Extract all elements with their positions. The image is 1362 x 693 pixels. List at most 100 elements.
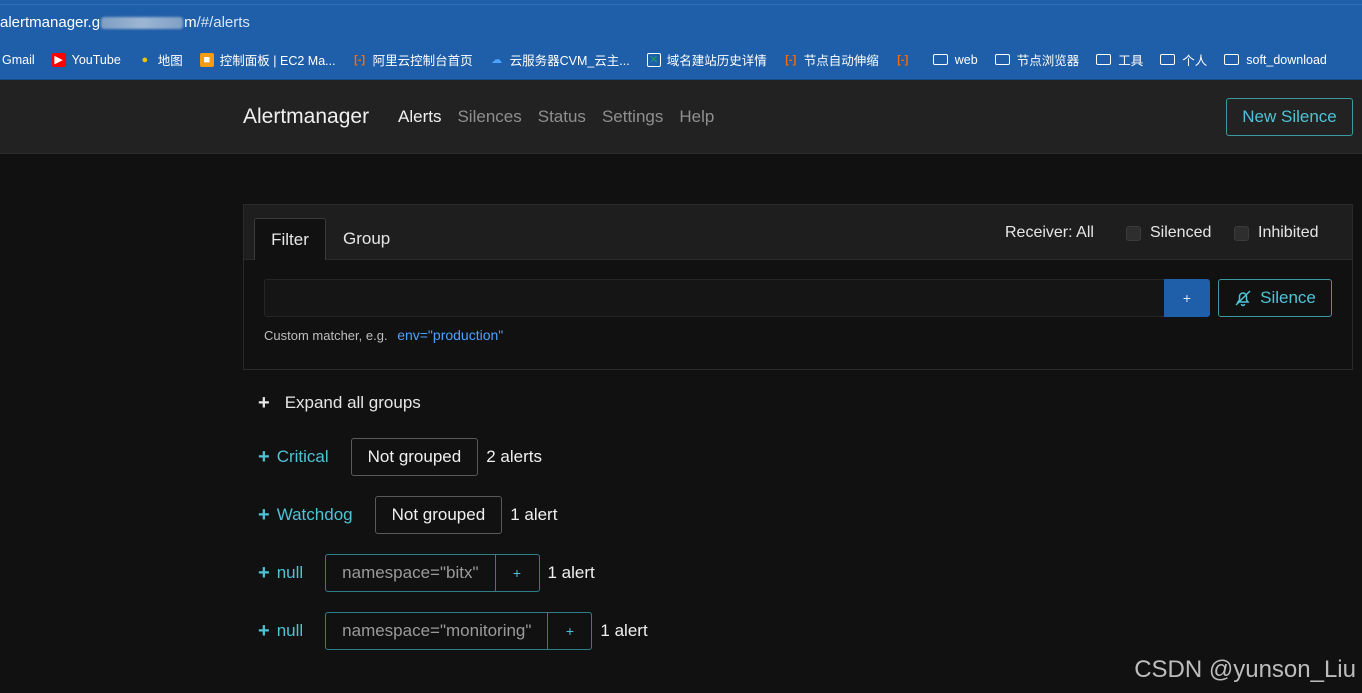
- bookmark-label: web: [954, 52, 978, 67]
- receiver-select[interactable]: Receiver: All: [1005, 224, 1094, 242]
- bookmark-folder-web[interactable]: web: [932, 52, 978, 67]
- watermark: CSDN @yunson_Liu: [1134, 656, 1356, 683]
- expand-all-groups[interactable]: + Expand all groups: [258, 393, 421, 413]
- app-navbar: Alertmanager Alerts Silences Status Sett…: [0, 80, 1362, 154]
- expand-all-label: Expand all groups: [284, 393, 421, 412]
- bookmark-label: 控制面板 | EC2 Ma...: [219, 54, 336, 68]
- bookmark-folder-node-browser[interactable]: 节点浏览器: [994, 50, 1080, 69]
- tab-group[interactable]: Group: [343, 229, 390, 249]
- matcher-hint: Custom matcher, e.g. env="production": [264, 327, 503, 343]
- add-matcher-to-filter-button[interactable]: +: [496, 555, 539, 591]
- plus-icon[interactable]: +: [258, 563, 270, 583]
- brand-title[interactable]: Alertmanager: [243, 105, 369, 129]
- new-silence-button[interactable]: New Silence: [1226, 98, 1353, 136]
- bookmark-label: 个人: [1182, 54, 1208, 68]
- silenced-label: Silenced: [1150, 224, 1212, 241]
- hint-example: env="production": [397, 327, 504, 343]
- bookmark-label: YouTube: [71, 52, 121, 67]
- map-pin-icon: ●: [141, 53, 149, 66]
- console-icon: ■: [199, 52, 214, 67]
- add-matcher-to-filter-button[interactable]: +: [548, 613, 591, 649]
- alert-group: + Watchdog Not grouped 1 alert: [258, 496, 557, 534]
- alert-group: + null namespace="monitoring" + 1 alert: [258, 612, 648, 650]
- alert-count: 1 alert: [547, 563, 595, 582]
- bookmark-cvm[interactable]: ☁ 云服务器CVM_云主...: [490, 50, 630, 69]
- folder-icon: [932, 54, 948, 65]
- bookmark-label: 云服务器CVM_云主...: [509, 54, 630, 68]
- bookmarks-bar: Gmail ▶ YouTube ● 地图 ■ 控制面板 | EC2 Ma... …: [0, 40, 1362, 80]
- folder-icon: [1160, 54, 1176, 65]
- folder-icon: [1224, 54, 1240, 65]
- plus-icon[interactable]: +: [258, 621, 270, 641]
- inhibited-checkbox[interactable]: Inhibited: [1234, 224, 1319, 242]
- group-matcher: namespace="bitx" +: [325, 554, 540, 592]
- checkbox-box[interactable]: [1126, 225, 1141, 241]
- bookmark-folder-soft-download[interactable]: soft_download: [1224, 53, 1327, 67]
- bookmark-label: 阿里云控制台首页: [372, 54, 473, 68]
- group-name[interactable]: null: [277, 621, 303, 641]
- plus-icon[interactable]: +: [258, 447, 270, 467]
- url-redaction: [101, 16, 184, 29]
- alert-count: 1 alert: [600, 621, 648, 640]
- bookmark-gmail[interactable]: Gmail: [2, 53, 35, 67]
- checkbox-box[interactable]: [1234, 225, 1249, 241]
- url-path: /#/alerts: [196, 14, 250, 31]
- bookmark-label: 地图: [157, 54, 183, 68]
- bookmark-youtube[interactable]: ▶ YouTube: [51, 52, 121, 67]
- group-name[interactable]: Critical: [277, 447, 329, 467]
- filter-matcher-input[interactable]: [264, 279, 1166, 317]
- bookmark-aliyun-console[interactable]: [-] 阿里云控制台首页: [353, 50, 473, 69]
- bell-slash-icon: [1235, 290, 1251, 307]
- plus-icon[interactable]: +: [258, 505, 270, 525]
- silence-button[interactable]: Silence: [1218, 279, 1332, 317]
- box-icon: ✕: [646, 52, 661, 67]
- filter-card: Filter Group Receiver: All Silenced Inhi…: [243, 204, 1353, 370]
- bookmark-label: 节点自动伸缩: [803, 54, 879, 68]
- matcher-label: namespace="bitx": [326, 555, 496, 591]
- aliyun-icon: [-]: [897, 53, 909, 66]
- bookmark-ec2-console[interactable]: ■ 控制面板 | EC2 Ma...: [199, 50, 336, 69]
- filter-card-header: Filter Group Receiver: All Silenced Inhi…: [244, 205, 1352, 260]
- bookmark-domain-history[interactable]: ✕ 域名建站历史详情: [646, 50, 767, 69]
- nav-help[interactable]: Help: [679, 107, 714, 127]
- bookmark-folder-tools[interactable]: 工具: [1096, 50, 1143, 69]
- bookmark-label: 域名建站历史详情: [666, 54, 767, 68]
- tab-filter[interactable]: Filter: [254, 218, 326, 260]
- matcher-label: namespace="monitoring": [326, 613, 549, 649]
- group-name[interactable]: null: [277, 563, 303, 583]
- alert-count: 2 alerts: [486, 447, 542, 466]
- bookmark-label: 工具: [1118, 54, 1144, 68]
- url-host-end: m: [184, 14, 197, 31]
- cloud-icon: ☁: [491, 54, 503, 66]
- nav-settings[interactable]: Settings: [602, 107, 663, 127]
- bookmark-label: Gmail: [2, 52, 35, 67]
- group-tag: Not grouped: [374, 496, 503, 534]
- alert-group: + null namespace="bitx" + 1 alert: [258, 554, 595, 592]
- address-bar[interactable]: alertmanager.g m /#/alerts: [0, 4, 1362, 40]
- hint-text: Custom matcher, e.g.: [264, 328, 388, 343]
- bookmark-aliyun-unlabeled[interactable]: [-]: [896, 53, 916, 67]
- group-name[interactable]: Watchdog: [277, 505, 353, 525]
- plus-icon: +: [258, 392, 270, 414]
- bookmark-label: 节点浏览器: [1016, 54, 1080, 68]
- group-matcher: namespace="monitoring" +: [325, 612, 593, 650]
- silenced-checkbox[interactable]: Silenced: [1126, 224, 1211, 242]
- alert-group: + Critical Not grouped 2 alerts: [258, 438, 542, 476]
- folder-icon: [994, 54, 1010, 65]
- bookmark-node-scaling[interactable]: [-] 节点自动伸缩: [784, 50, 879, 69]
- aliyun-icon: [-]: [785, 53, 797, 66]
- url-host: alertmanager.g: [0, 14, 101, 31]
- nav-status[interactable]: Status: [538, 107, 586, 127]
- nav-silences[interactable]: Silences: [457, 107, 521, 127]
- nav-links: Alerts Silences Status Settings Help: [398, 107, 730, 127]
- add-matcher-button[interactable]: +: [1164, 279, 1210, 317]
- nav-alerts[interactable]: Alerts: [398, 107, 441, 127]
- alert-count: 1 alert: [510, 505, 558, 524]
- folder-icon: [1096, 54, 1112, 65]
- silence-button-label: Silence: [1260, 288, 1316, 307]
- aliyun-icon: [-]: [354, 53, 366, 66]
- bookmark-map[interactable]: ● 地图: [138, 50, 183, 69]
- bookmark-folder-personal[interactable]: 个人: [1160, 50, 1207, 69]
- group-tag: Not grouped: [350, 438, 479, 476]
- inhibited-label: Inhibited: [1258, 224, 1319, 241]
